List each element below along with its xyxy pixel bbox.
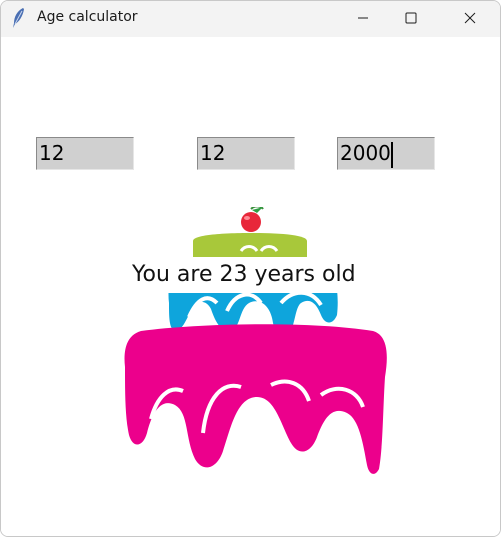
birthday-cake-image: [111, 205, 401, 477]
day-value: 12: [39, 141, 65, 165]
minimize-icon: [357, 9, 369, 28]
app-window: Age calculator 12 12 2000 You are 23 yea…: [0, 0, 501, 537]
close-button[interactable]: [447, 1, 493, 35]
age-result-label: You are 23 years old: [128, 259, 360, 293]
feather-icon: [11, 7, 27, 29]
maximize-button[interactable]: [388, 1, 434, 35]
window-title: Age calculator: [37, 9, 138, 25]
month-value: 12: [200, 141, 226, 165]
month-input[interactable]: 12: [197, 137, 295, 170]
year-input[interactable]: 2000: [337, 137, 435, 170]
day-input[interactable]: 12: [36, 137, 134, 170]
minimize-button[interactable]: [340, 1, 386, 35]
title-bar[interactable]: Age calculator: [1, 1, 500, 37]
year-value: 2000: [340, 141, 391, 165]
close-icon: [464, 9, 476, 28]
main-content: 12 12 2000 You are 23 years old: [1, 37, 500, 536]
text-caret: [390, 141, 393, 168]
maximize-icon: [405, 9, 417, 28]
